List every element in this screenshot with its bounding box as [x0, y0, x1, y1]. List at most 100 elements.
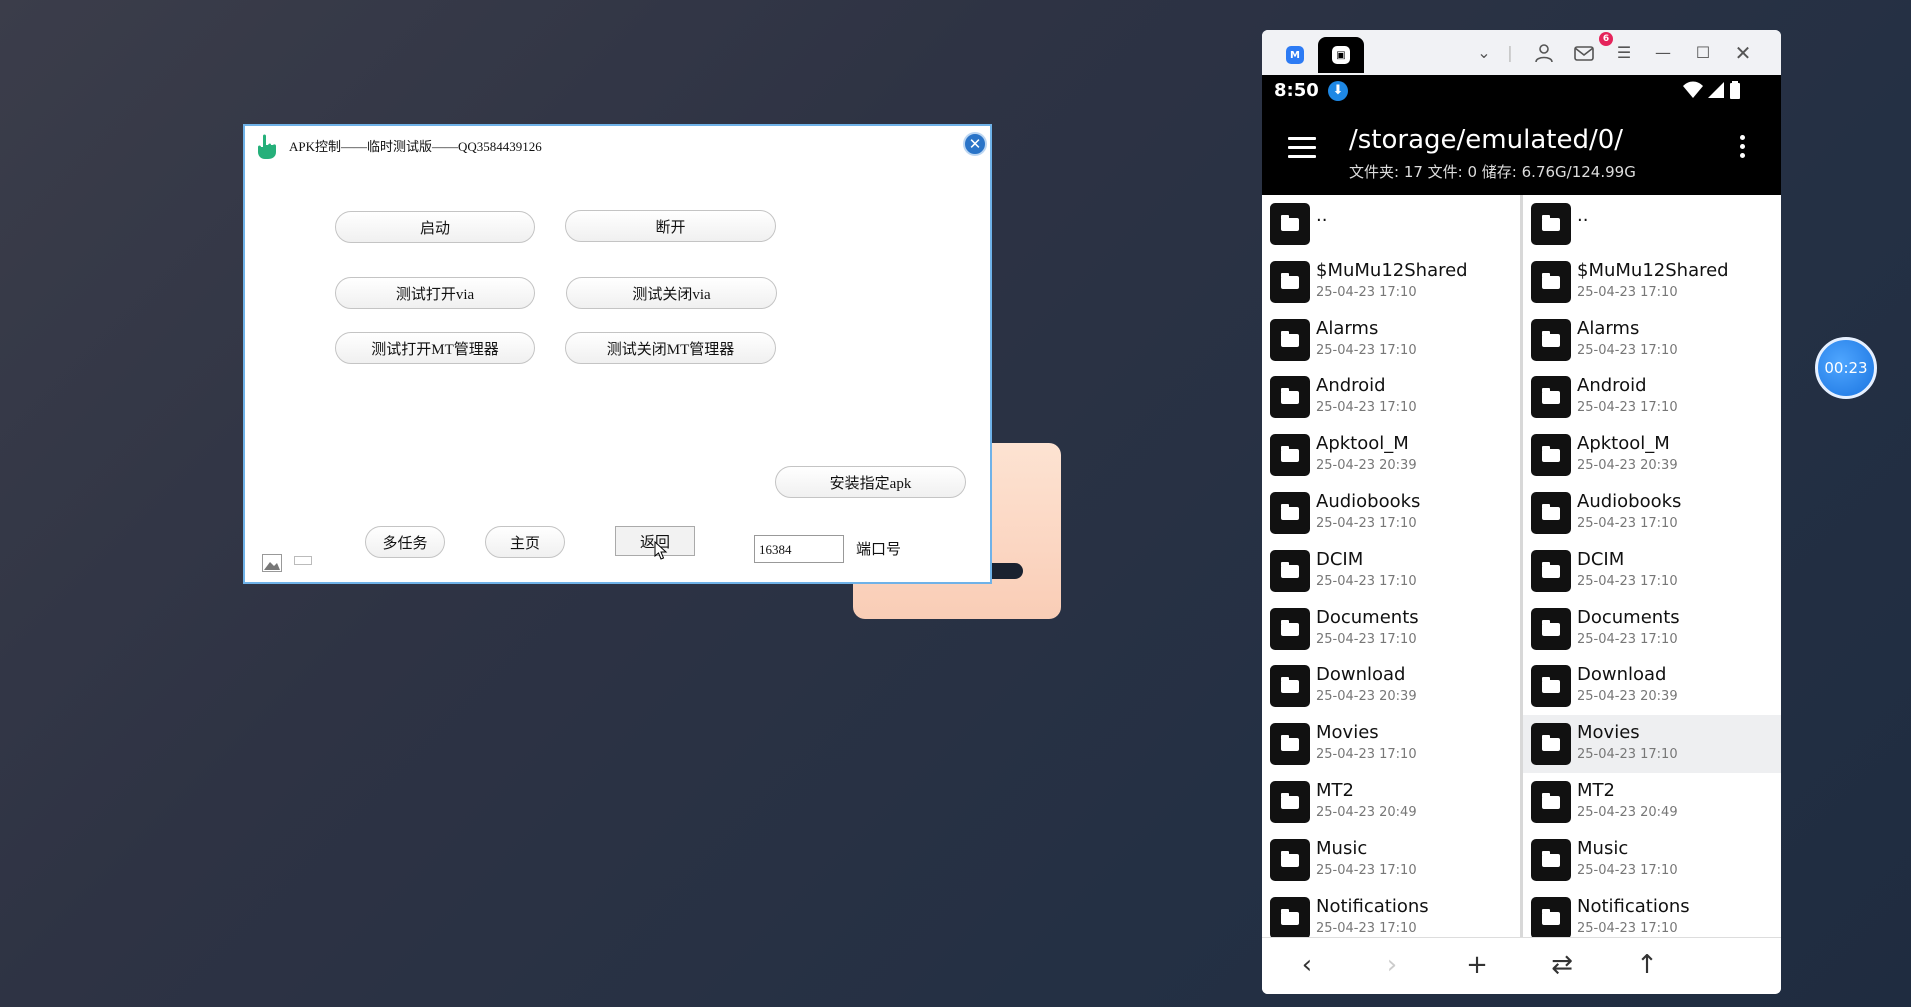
- close-button[interactable]: ✕: [963, 132, 987, 156]
- recording-timer[interactable]: 00:23: [1815, 337, 1877, 399]
- list-item[interactable]: MT2 25-04-23 20:49: [1262, 773, 1520, 831]
- list-item[interactable]: $MuMu12Shared 25-04-23 17:10: [1262, 253, 1520, 311]
- folder-icon: [1531, 203, 1571, 245]
- list-item[interactable]: Notifications 25-04-23 17:10: [1262, 889, 1520, 937]
- list-item[interactable]: Documents 25-04-23 17:10: [1523, 600, 1781, 658]
- folder-name: Documents: [1316, 606, 1419, 628]
- list-item[interactable]: Alarms 25-04-23 17:10: [1523, 311, 1781, 369]
- maximize-icon[interactable]: ☐: [1693, 43, 1713, 63]
- folder-icon: [1531, 781, 1571, 823]
- folder-icon: [1270, 665, 1310, 708]
- list-item[interactable]: Movies 25-04-23 17:10: [1523, 715, 1781, 774]
- list-item[interactable]: Apktool_M 25-04-23 20:39: [1262, 426, 1520, 484]
- folder-icon: [1531, 665, 1571, 708]
- folder-name: MT2: [1577, 780, 1615, 801]
- folder-date: 25-04-23 17:10: [1577, 862, 1678, 878]
- test-open-mt-button[interactable]: 测试打开MT管理器: [335, 332, 535, 364]
- list-item[interactable]: ..: [1262, 195, 1520, 253]
- folder-name: Audiobooks: [1577, 491, 1682, 512]
- app-icon: ▣: [1332, 46, 1350, 64]
- folder-icon: [1270, 896, 1310, 937]
- test-close-mt-button[interactable]: 测试关闭MT管理器: [565, 332, 776, 364]
- folder-name: $MuMu12Shared: [1316, 259, 1468, 281]
- user-icon[interactable]: [1534, 43, 1554, 63]
- list-item[interactable]: DCIM 25-04-23 17:10: [1262, 542, 1520, 600]
- chevron-down-icon[interactable]: ⌄: [1474, 43, 1494, 63]
- folder-name: Notifications: [1316, 895, 1429, 917]
- hand-pointer-icon: [258, 134, 276, 159]
- test-open-via-button[interactable]: 测试打开via: [335, 277, 535, 309]
- port-input[interactable]: 16384: [754, 535, 844, 563]
- folder-name: Music: [1316, 837, 1368, 859]
- folder-name: Movies: [1316, 722, 1379, 744]
- folder-icon: [1270, 260, 1310, 303]
- list-item[interactable]: Audiobooks 25-04-23 17:10: [1523, 484, 1781, 542]
- list-item[interactable]: Download 25-04-23 20:39: [1262, 657, 1520, 715]
- bottom-navigation: ‹ › + ⇄ ↑: [1262, 937, 1781, 994]
- install-apk-button[interactable]: 安装指定apk: [775, 466, 966, 498]
- path-title: /storage/emulated/0/: [1349, 125, 1624, 155]
- disconnect-button[interactable]: 断开: [565, 210, 776, 242]
- up-arrow-icon[interactable]: ↑: [1632, 950, 1662, 980]
- more-options-icon[interactable]: [1740, 135, 1746, 165]
- folder-date: 25-04-23 17:10: [1316, 400, 1417, 416]
- battery-icon: [1730, 81, 1740, 99]
- back-icon[interactable]: ‹: [1292, 950, 1322, 980]
- folder-date: 25-04-23 17:10: [1316, 284, 1417, 300]
- folder-date: 25-04-23 20:39: [1316, 458, 1417, 474]
- folder-icon: [1531, 376, 1571, 419]
- folder-date: 25-04-23 17:10: [1316, 747, 1417, 763]
- folder-icon: [1531, 260, 1571, 303]
- plus-icon[interactable]: +: [1462, 950, 1492, 980]
- tab-app[interactable]: ▣: [1318, 37, 1364, 73]
- list-item[interactable]: DCIM 25-04-23 17:10: [1523, 542, 1781, 600]
- list-item[interactable]: Apktool_M 25-04-23 20:39: [1523, 426, 1781, 484]
- list-item[interactable]: Notifications 25-04-23 17:10: [1523, 889, 1781, 937]
- status-time: 8:50: [1274, 80, 1319, 101]
- test-close-via-button[interactable]: 测试关闭via: [566, 277, 777, 309]
- list-item[interactable]: Download 25-04-23 20:39: [1523, 657, 1781, 715]
- folder-icon: [1531, 549, 1571, 592]
- list-item[interactable]: Android 25-04-23 17:10: [1523, 368, 1781, 426]
- list-item[interactable]: Music 25-04-23 17:10: [1262, 831, 1520, 889]
- list-item[interactable]: Documents 25-04-23 17:10: [1262, 600, 1520, 658]
- folder-name: Alarms: [1577, 317, 1640, 339]
- list-item[interactable]: ..: [1523, 195, 1781, 253]
- mumu-logo-icon: M: [1286, 46, 1304, 64]
- folder-icon: [1270, 318, 1310, 361]
- tab-mumu[interactable]: M: [1272, 37, 1318, 73]
- folder-name: DCIM: [1577, 548, 1625, 570]
- forward-icon[interactable]: ›: [1377, 950, 1407, 980]
- folder-icon: [1270, 607, 1310, 650]
- list-item[interactable]: Alarms 25-04-23 17:10: [1262, 311, 1520, 369]
- list-item[interactable]: Movies 25-04-23 17:10: [1262, 715, 1520, 773]
- list-item[interactable]: Music 25-04-23 17:10: [1523, 831, 1781, 889]
- list-item[interactable]: Audiobooks 25-04-23 17:10: [1262, 484, 1520, 542]
- folder-icon: [1270, 376, 1310, 419]
- folder-name: Documents: [1577, 606, 1680, 628]
- folder-name: $MuMu12Shared: [1577, 259, 1729, 281]
- mail-icon[interactable]: [1574, 43, 1594, 63]
- mail-badge: 6: [1599, 32, 1613, 46]
- minimize-icon[interactable]: —: [1653, 43, 1673, 63]
- folder-icon: [1531, 607, 1571, 650]
- file-manager-header: /storage/emulated/0/ 文件夹: 17 文件: 0 储存: 6…: [1262, 105, 1781, 195]
- close-window-icon[interactable]: ✕: [1733, 43, 1753, 63]
- folder-icon: [1531, 723, 1571, 766]
- list-item[interactable]: Android 25-04-23 17:10: [1262, 368, 1520, 426]
- multitask-button[interactable]: 多任务: [365, 526, 445, 558]
- home-button[interactable]: 主页: [485, 526, 565, 558]
- list-item[interactable]: $MuMu12Shared 25-04-23 17:10: [1523, 253, 1781, 311]
- folder-name: Apktool_M: [1316, 433, 1409, 455]
- hamburger-menu-icon[interactable]: [1288, 137, 1316, 159]
- folder-icon: [1531, 492, 1571, 534]
- apk-control-window: APK控制——临时测试版——QQ3584439126 ✕ 启动 断开 测试打开v…: [243, 124, 992, 584]
- folder-date: 25-04-23 20:39: [1577, 689, 1678, 705]
- folder-date: 25-04-23 20:39: [1577, 458, 1678, 474]
- folder-icon: [1270, 434, 1310, 477]
- swap-icon[interactable]: ⇄: [1547, 950, 1577, 980]
- list-item[interactable]: MT2 25-04-23 20:49: [1523, 773, 1781, 831]
- menu-icon[interactable]: ☰: [1614, 43, 1634, 63]
- start-button[interactable]: 启动: [335, 211, 535, 243]
- folder-date: 25-04-23 17:10: [1316, 862, 1417, 878]
